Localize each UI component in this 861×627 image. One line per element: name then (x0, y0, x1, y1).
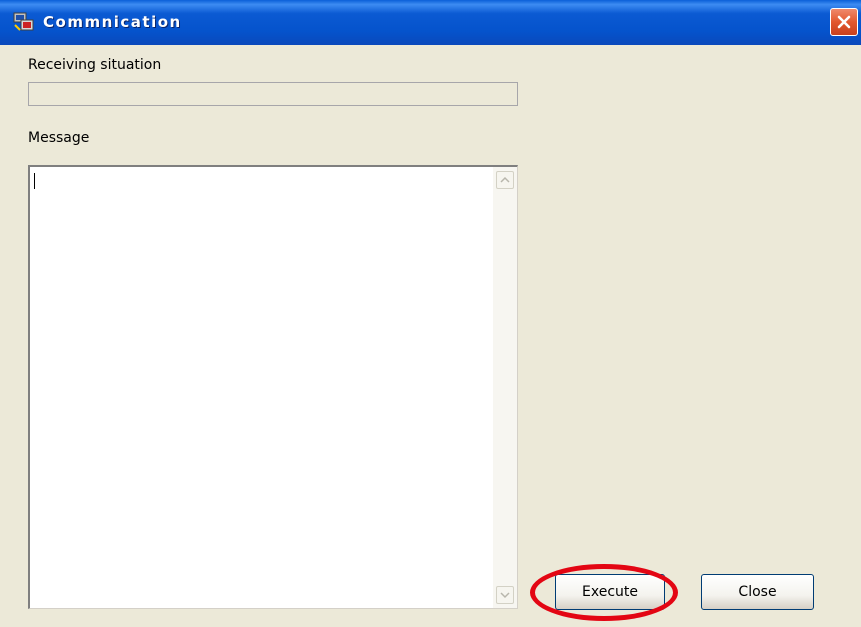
receiving-progress-bar (28, 82, 518, 106)
chevron-up-icon (500, 176, 510, 183)
message-textarea[interactable] (28, 165, 518, 609)
message-scrollbar[interactable] (493, 167, 517, 608)
execute-button[interactable]: Execute (555, 574, 665, 610)
scroll-up-button[interactable] (496, 171, 514, 189)
text-caret (34, 173, 35, 189)
close-icon (837, 15, 851, 29)
close-button[interactable]: Close (701, 574, 814, 610)
receiving-situation-label: Receiving situation (28, 57, 162, 73)
scroll-down-button[interactable] (496, 586, 514, 604)
communication-dialog: Commnication Receiving situation Message (0, 0, 861, 627)
chevron-down-icon (500, 592, 510, 599)
title-bar[interactable]: Commnication (0, 0, 861, 45)
window-title: Commnication (43, 13, 182, 31)
communication-app-icon (13, 11, 35, 33)
window-close-button[interactable] (830, 8, 858, 36)
message-label: Message (28, 130, 90, 146)
